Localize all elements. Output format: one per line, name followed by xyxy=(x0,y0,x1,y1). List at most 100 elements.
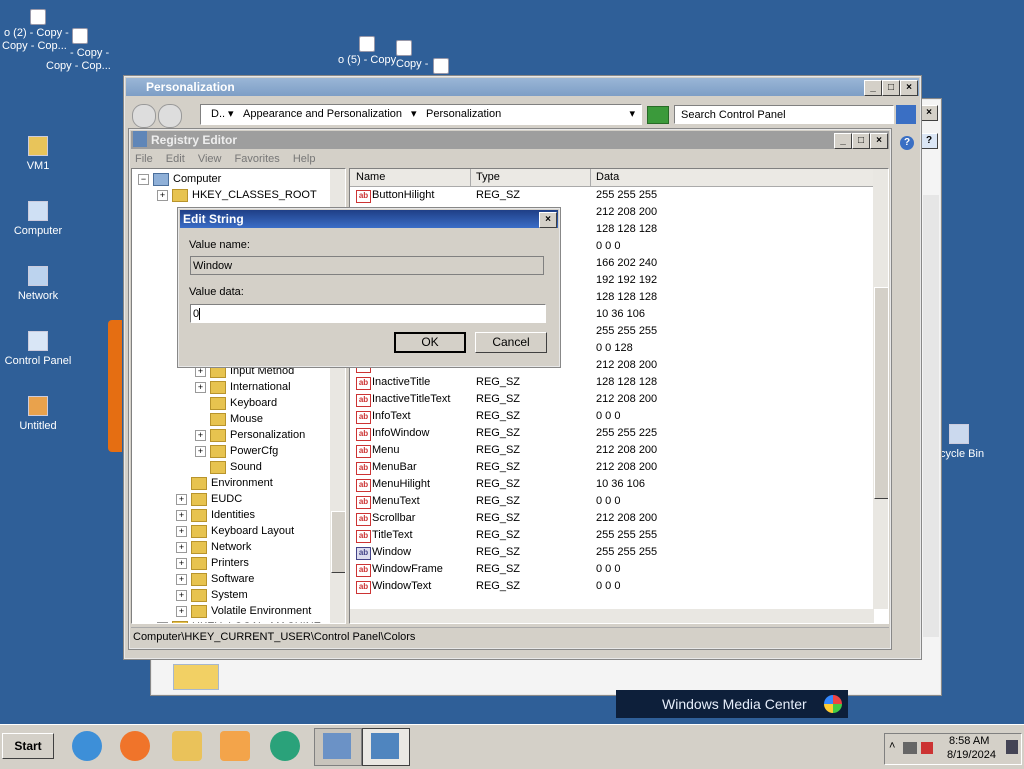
expand-icon[interactable]: + xyxy=(176,573,187,585)
expand-icon[interactable]: + xyxy=(195,445,206,457)
notification-icon[interactable] xyxy=(1006,740,1018,754)
tree-item[interactable]: + EUDC xyxy=(176,491,242,507)
tree-item[interactable]: − Computer xyxy=(138,171,221,187)
maximize-button[interactable]: □ xyxy=(852,133,870,149)
value-row[interactable]: ab ButtonHilight REG_SZ 255 255 255 xyxy=(350,187,874,204)
value-row[interactable]: ab InfoWindow REG_SZ 255 255 225 xyxy=(350,425,874,442)
search-icon[interactable] xyxy=(896,105,916,124)
dialog-titlebar[interactable]: Edit String × xyxy=(180,210,558,228)
value-data-input[interactable]: 0 xyxy=(190,304,546,323)
value-row[interactable]: ab Menu REG_SZ 212 208 200 xyxy=(350,442,874,459)
value-row[interactable]: ab MenuBar REG_SZ 212 208 200 xyxy=(350,459,874,476)
refresh-icon[interactable] xyxy=(647,106,669,124)
back-button[interactable] xyxy=(132,104,156,128)
close-button[interactable]: × xyxy=(870,133,888,149)
menu-file[interactable]: File xyxy=(135,153,153,165)
value-row[interactable]: ab Window REG_SZ 255 255 255 xyxy=(350,544,874,561)
value-row[interactable]: ab InactiveTitle REG_SZ 128 128 128 xyxy=(350,374,874,391)
media-center-icon[interactable] xyxy=(270,731,300,761)
tree-item[interactable]: + Volatile Environment xyxy=(176,603,311,619)
search-input[interactable]: Search Control Panel xyxy=(674,105,894,124)
tree-item[interactable]: + Network xyxy=(176,539,251,555)
column-type[interactable]: Type xyxy=(476,169,500,186)
expand-icon[interactable]: + xyxy=(176,541,187,553)
start-button[interactable]: Start xyxy=(2,733,54,759)
expand-icon[interactable]: + xyxy=(176,589,187,601)
column-name[interactable]: Name xyxy=(356,169,385,186)
tree-item[interactable]: Environment xyxy=(176,475,273,491)
expand-icon[interactable]: + xyxy=(176,525,187,537)
menu-help[interactable]: Help xyxy=(293,153,316,165)
menu-view[interactable]: View xyxy=(198,153,222,165)
shortcut-icon[interactable] xyxy=(30,9,46,25)
tree-item[interactable]: + System xyxy=(176,587,248,603)
expand-icon[interactable]: + xyxy=(176,493,187,505)
taskbar-item-control-panel[interactable] xyxy=(314,728,362,766)
tree-item[interactable]: + Printers xyxy=(176,555,249,571)
value-row[interactable]: ab TitleText REG_SZ 255 255 255 xyxy=(350,527,874,544)
network-tray-icon[interactable] xyxy=(903,742,917,754)
tree-item[interactable]: + HKEY_CLASSES_ROOT xyxy=(157,187,317,203)
close-button[interactable]: × xyxy=(900,80,918,96)
value-row[interactable]: ab InactiveTitleText REG_SZ 212 208 200 xyxy=(350,391,874,408)
volume-tray-icon[interactable] xyxy=(921,742,933,754)
expand-icon[interactable]: + xyxy=(157,621,168,623)
tree-item[interactable]: Sound xyxy=(195,459,262,475)
tree-item[interactable]: + HKEY_LOCAL_MACHINE xyxy=(157,619,321,623)
personalization-titlebar[interactable]: Personalization _ □ × xyxy=(126,78,919,96)
expand-icon[interactable]: + xyxy=(195,381,206,393)
clock-date[interactable]: 8/19/2024 xyxy=(947,749,996,761)
scroll-thumb[interactable] xyxy=(874,287,888,499)
tree-item[interactable]: + Personalization xyxy=(195,427,305,443)
list-scrollbar[interactable] xyxy=(873,169,888,609)
collapse-icon[interactable]: − xyxy=(138,173,149,185)
value-row[interactable]: ab MenuHilight REG_SZ 10 36 106 xyxy=(350,476,874,493)
tree-item[interactable]: Mouse xyxy=(195,411,263,427)
expand-icon[interactable]: + xyxy=(157,189,168,201)
firefox-icon[interactable] xyxy=(120,731,150,761)
shortcut-icon[interactable] xyxy=(396,40,412,56)
expand-icon[interactable]: + xyxy=(195,429,206,441)
breadcrumb-personalization[interactable]: Personalization xyxy=(426,105,501,124)
desktop-icon-network[interactable]: Network xyxy=(0,266,76,302)
help-icon[interactable]: ? xyxy=(900,136,914,150)
media-center-banner[interactable]: Windows Media Center xyxy=(616,690,848,718)
desktop-icon-control-panel[interactable]: Control Panel xyxy=(0,331,76,367)
scrollbar[interactable] xyxy=(923,195,939,637)
column-data[interactable]: Data xyxy=(596,169,619,186)
breadcrumb-appearance[interactable]: Appearance and Personalization xyxy=(243,105,402,124)
tree-item[interactable]: + Keyboard Layout xyxy=(176,523,294,539)
expand-icon[interactable]: + xyxy=(176,509,187,521)
value-row[interactable]: ab WindowText REG_SZ 0 0 0 xyxy=(350,578,874,595)
cancel-button[interactable]: Cancel xyxy=(475,332,547,353)
close-button[interactable]: × xyxy=(539,212,557,228)
regedit-titlebar[interactable]: Registry Editor _ □ × xyxy=(131,131,889,149)
menu-favorites[interactable]: Favorites xyxy=(235,153,280,165)
clock-time[interactable]: 8:58 AM xyxy=(949,735,989,747)
close-icon[interactable]: × xyxy=(920,105,938,121)
tree-item[interactable]: + PowerCfg xyxy=(195,443,278,459)
tree-item[interactable]: + Identities xyxy=(176,507,255,523)
minimize-button[interactable]: _ xyxy=(834,133,852,149)
file-explorer-icon[interactable] xyxy=(172,731,202,761)
desktop-icon-computer[interactable]: Computer xyxy=(0,201,76,237)
address-bar[interactable]: D.. ▾ Appearance and Personalization ▾ P… xyxy=(200,104,642,125)
help-icon[interactable]: ? xyxy=(920,133,938,149)
tree-item[interactable]: + Software xyxy=(176,571,254,587)
breadcrumb-root[interactable]: D.. xyxy=(211,105,225,124)
value-row[interactable]: ab MenuText REG_SZ 0 0 0 xyxy=(350,493,874,510)
taskbar-item-regedit[interactable] xyxy=(362,728,410,766)
minimize-button[interactable]: _ xyxy=(864,80,882,96)
forward-button[interactable] xyxy=(158,104,182,128)
value-row[interactable]: ab WindowFrame REG_SZ 0 0 0 xyxy=(350,561,874,578)
desktop-icon-untitled[interactable]: Untitled xyxy=(0,396,76,432)
chevron-down-icon[interactable]: ▾ xyxy=(629,105,635,124)
ok-button[interactable]: OK xyxy=(394,332,466,353)
internet-explorer-icon[interactable] xyxy=(72,731,102,761)
show-hidden-icons-icon[interactable]: ˄ xyxy=(889,740,895,752)
scroll-thumb[interactable] xyxy=(331,511,345,573)
tree-item[interactable]: Keyboard xyxy=(195,395,277,411)
shortcut-icon[interactable] xyxy=(72,28,88,44)
value-row[interactable]: ab InfoText REG_SZ 0 0 0 xyxy=(350,408,874,425)
expand-icon[interactable]: + xyxy=(176,557,187,569)
